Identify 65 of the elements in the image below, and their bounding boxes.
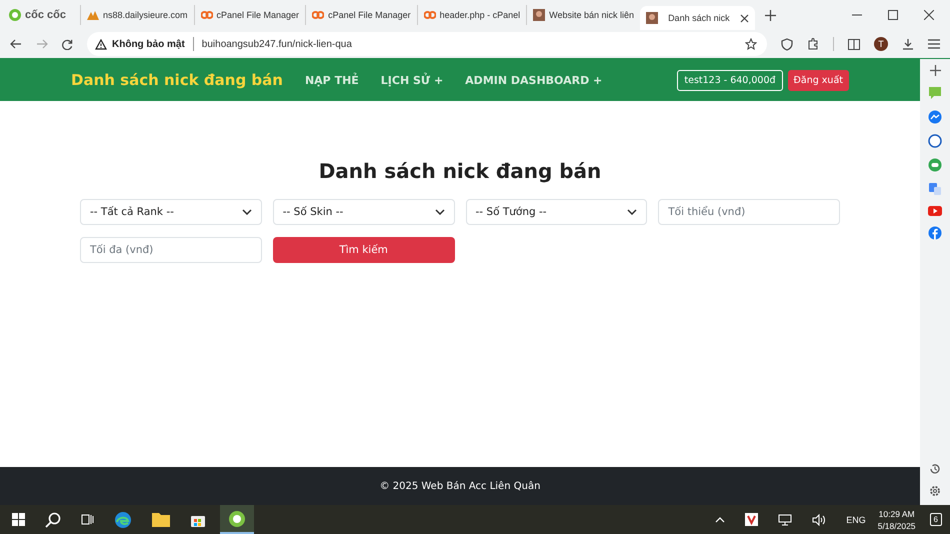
new-tab-icon[interactable] (764, 10, 776, 20)
filter-dropdown[interactable]: -- Số Tướng -- (466, 199, 648, 225)
close-icon[interactable] (924, 10, 934, 20)
security-label[interactable]: Không bảo mật (112, 38, 185, 50)
browser-tab[interactable]: ns88.dailysieure.com (80, 5, 194, 25)
language-indicator[interactable]: ENG (846, 514, 866, 524)
edge-icon[interactable] (114, 510, 132, 528)
maximize-icon[interactable] (888, 10, 898, 20)
browser-tab[interactable]: Website bán nick liên (526, 5, 640, 25)
task-view-icon[interactable] (81, 513, 94, 526)
browser-logo[interactable]: cốc cốc (8, 8, 66, 22)
notification-button[interactable]: 6 (930, 513, 942, 526)
thumbnail-icon (646, 12, 658, 24)
cpanel-icon (424, 10, 436, 20)
cpanel-icon (312, 10, 324, 20)
browser-icon (228, 510, 246, 528)
search-button[interactable]: Tìm kiếm (272, 237, 454, 263)
reload-icon[interactable] (62, 38, 73, 50)
price-input-field[interactable]: Tối thiểu (vnđ) (658, 199, 840, 225)
star-icon[interactable] (745, 38, 757, 50)
messenger-icon[interactable] (928, 110, 942, 124)
clock[interactable]: 10:29 AM 5/18/2025 (878, 508, 916, 530)
user-balance-badge: test123 - 640,000đ (677, 70, 783, 90)
logo-icon (8, 8, 22, 22)
play-icon[interactable] (928, 206, 942, 216)
filter-dropdown[interactable]: -- Tất cả Rank -- (80, 199, 262, 225)
close-icon[interactable] (740, 14, 749, 22)
app-tray-icon[interactable] (745, 513, 758, 526)
settings-icon[interactable] (929, 485, 941, 497)
browser-tab[interactable]: cPanel File Manager (305, 5, 417, 25)
chevron-down-icon (434, 209, 444, 215)
logout-button[interactable]: Đăng xuất (788, 70, 849, 90)
url-text: buihoangsub247.fun/nick-lien-qua (202, 38, 352, 50)
browser-tab[interactable]: cPanel File Manager (194, 5, 306, 25)
cpanel-icon (200, 10, 213, 20)
browser-tab[interactable]: header.php - cPanel (416, 5, 526, 25)
address-bar[interactable]: Không bảo mật buihoangsub247.fun/nick-lien-qua (87, 32, 767, 56)
sidebar-icon[interactable] (848, 38, 860, 50)
chat-circle-icon[interactable] (928, 134, 942, 148)
back-icon[interactable] (10, 39, 22, 49)
browser-taskbar-button[interactable] (220, 505, 254, 534)
filter-dropdown[interactable]: -- Số Skin -- (272, 199, 454, 225)
site-icon (86, 10, 99, 20)
folder-icon[interactable] (152, 512, 170, 527)
chevron-down-icon (627, 209, 638, 215)
download-icon[interactable] (902, 38, 914, 50)
speaker-icon[interactable] (812, 514, 826, 526)
search-icon[interactable] (45, 512, 61, 528)
network-icon[interactable] (778, 514, 792, 526)
footer-text: © 2025 Web Bán Acc Liên Quân (380, 480, 540, 492)
puzzle-icon[interactable] (807, 38, 819, 50)
warning-icon (95, 38, 107, 50)
shield-icon[interactable] (781, 38, 793, 50)
page-heading: Danh sách nick đang bán (318, 159, 602, 183)
chevron-up-icon[interactable] (715, 516, 726, 522)
profile-avatar[interactable]: T (874, 37, 888, 51)
browser-tab[interactable]: Danh sách nick (640, 6, 755, 30)
history-icon[interactable] (929, 463, 941, 475)
price-input-field[interactable]: Tối đa (vnđ) (80, 237, 262, 263)
menu-icon[interactable] (928, 39, 940, 49)
add-icon[interactable] (930, 65, 940, 76)
windows-start-icon[interactable] (12, 513, 25, 526)
facebook-icon[interactable] (928, 226, 942, 240)
thumbnail-icon (533, 9, 546, 21)
chevron-down-icon (242, 209, 252, 215)
